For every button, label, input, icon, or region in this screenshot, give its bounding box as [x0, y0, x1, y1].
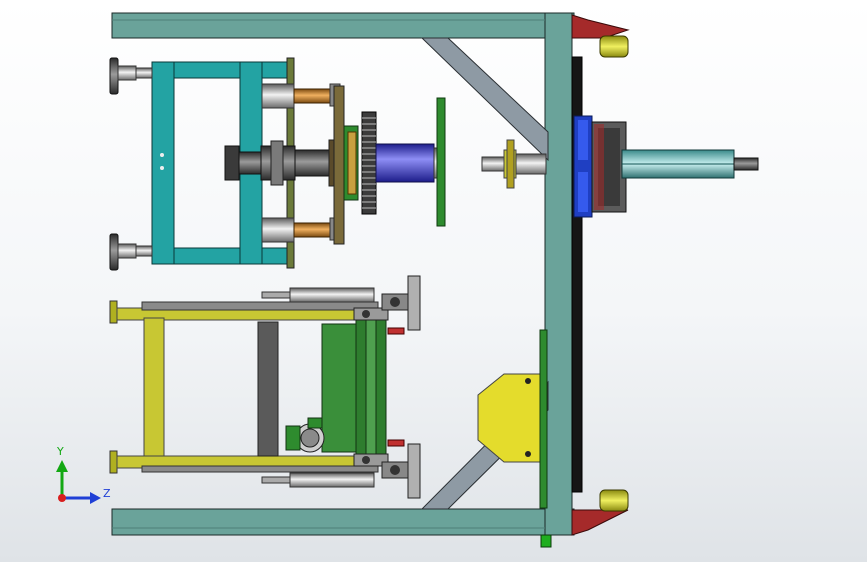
coordinate-triad: Y Z: [56, 445, 111, 504]
frame-bottom-beam: [111, 508, 575, 536]
machine-assembly-drawing: Y Z: [56, 12, 759, 548]
guide-bushing-bottom: [261, 217, 341, 243]
leveling-foot-top: [109, 57, 153, 95]
frame-right-post: [544, 12, 573, 536]
triad-y-label: Y: [56, 445, 64, 458]
triad-z-arrow-icon: [90, 492, 101, 504]
green-foot-marker: [540, 534, 552, 548]
triad-z-label: Z: [103, 487, 111, 500]
pneumatic-cylinder-top: [261, 287, 375, 303]
roller-cylinder: [375, 97, 446, 227]
small-gear-motor: [285, 417, 325, 453]
red-bracket-bottom: [571, 509, 629, 536]
cad-viewport[interactable]: Y Z: [0, 0, 867, 562]
red-bracket-top: [571, 14, 630, 39]
yellow-foot-top: [599, 35, 629, 58]
green-plate-stack: [321, 317, 387, 459]
pneumatic-cylinder-bottom: [261, 472, 375, 488]
leveling-foot-bottom: [109, 233, 153, 271]
yellow-mount-block: [477, 329, 548, 509]
triad-x-dot: [58, 494, 66, 502]
drive-gear: [361, 111, 377, 215]
frame-top-beam: [111, 12, 575, 39]
yellow-foot-bottom: [599, 489, 629, 512]
guide-bushing-top: [261, 83, 341, 109]
drive-motor-assembly: [573, 115, 759, 218]
triad-y-arrow-icon: [56, 460, 68, 472]
